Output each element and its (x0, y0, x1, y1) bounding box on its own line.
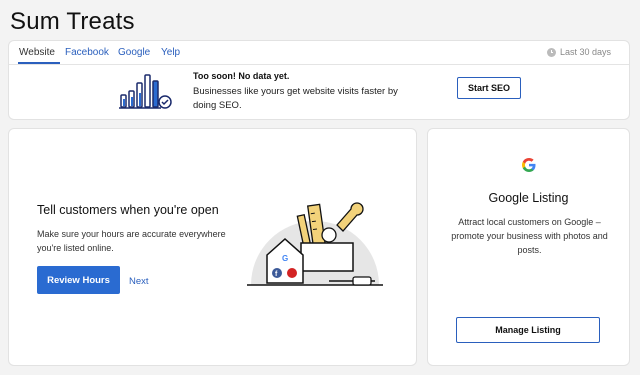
google-listing-description: Attract local customers on Google – prom… (451, 217, 608, 255)
website-analytics-card: Website Facebook Google Yelp Last 30 day… (8, 40, 630, 120)
tab-website[interactable]: Website (19, 47, 55, 58)
active-tab-indicator (18, 62, 60, 64)
seo-status-title: Too soon! No data yet. (193, 71, 290, 81)
next-link[interactable]: Next (129, 276, 149, 287)
date-range: Last 30 days (546, 47, 611, 57)
manage-listing-button[interactable]: Manage Listing (456, 317, 600, 343)
seo-description: Businesses like yours get website visits… (193, 86, 398, 111)
source-tabs: Website Facebook Google Yelp Last 30 day… (9, 41, 629, 65)
page-title: Sum Treats (10, 8, 135, 35)
google-logo-icon (522, 158, 536, 172)
hours-title: Tell customers when you're open (37, 203, 219, 217)
date-range-label: Last 30 days (559, 47, 611, 57)
review-hours-button[interactable]: Review Hours (37, 266, 120, 294)
clock-icon (546, 47, 556, 57)
tab-yelp[interactable]: Yelp (161, 47, 180, 58)
svg-text:G: G (282, 254, 288, 263)
tab-facebook[interactable]: Facebook (65, 47, 109, 58)
hours-description: Make sure your hours are accurate everyw… (37, 229, 226, 253)
google-listing-title: Google Listing (488, 191, 569, 205)
hours-card: Tell customers when you're open Make sur… (8, 128, 417, 366)
tab-google[interactable]: Google (118, 47, 150, 58)
toolbox-illustration-icon: G f (247, 202, 383, 286)
google-listing-card: Google Listing Attract local customers o… (427, 128, 630, 366)
bar-chart-icon (119, 74, 172, 109)
start-seo-button[interactable]: Start SEO (457, 77, 521, 99)
